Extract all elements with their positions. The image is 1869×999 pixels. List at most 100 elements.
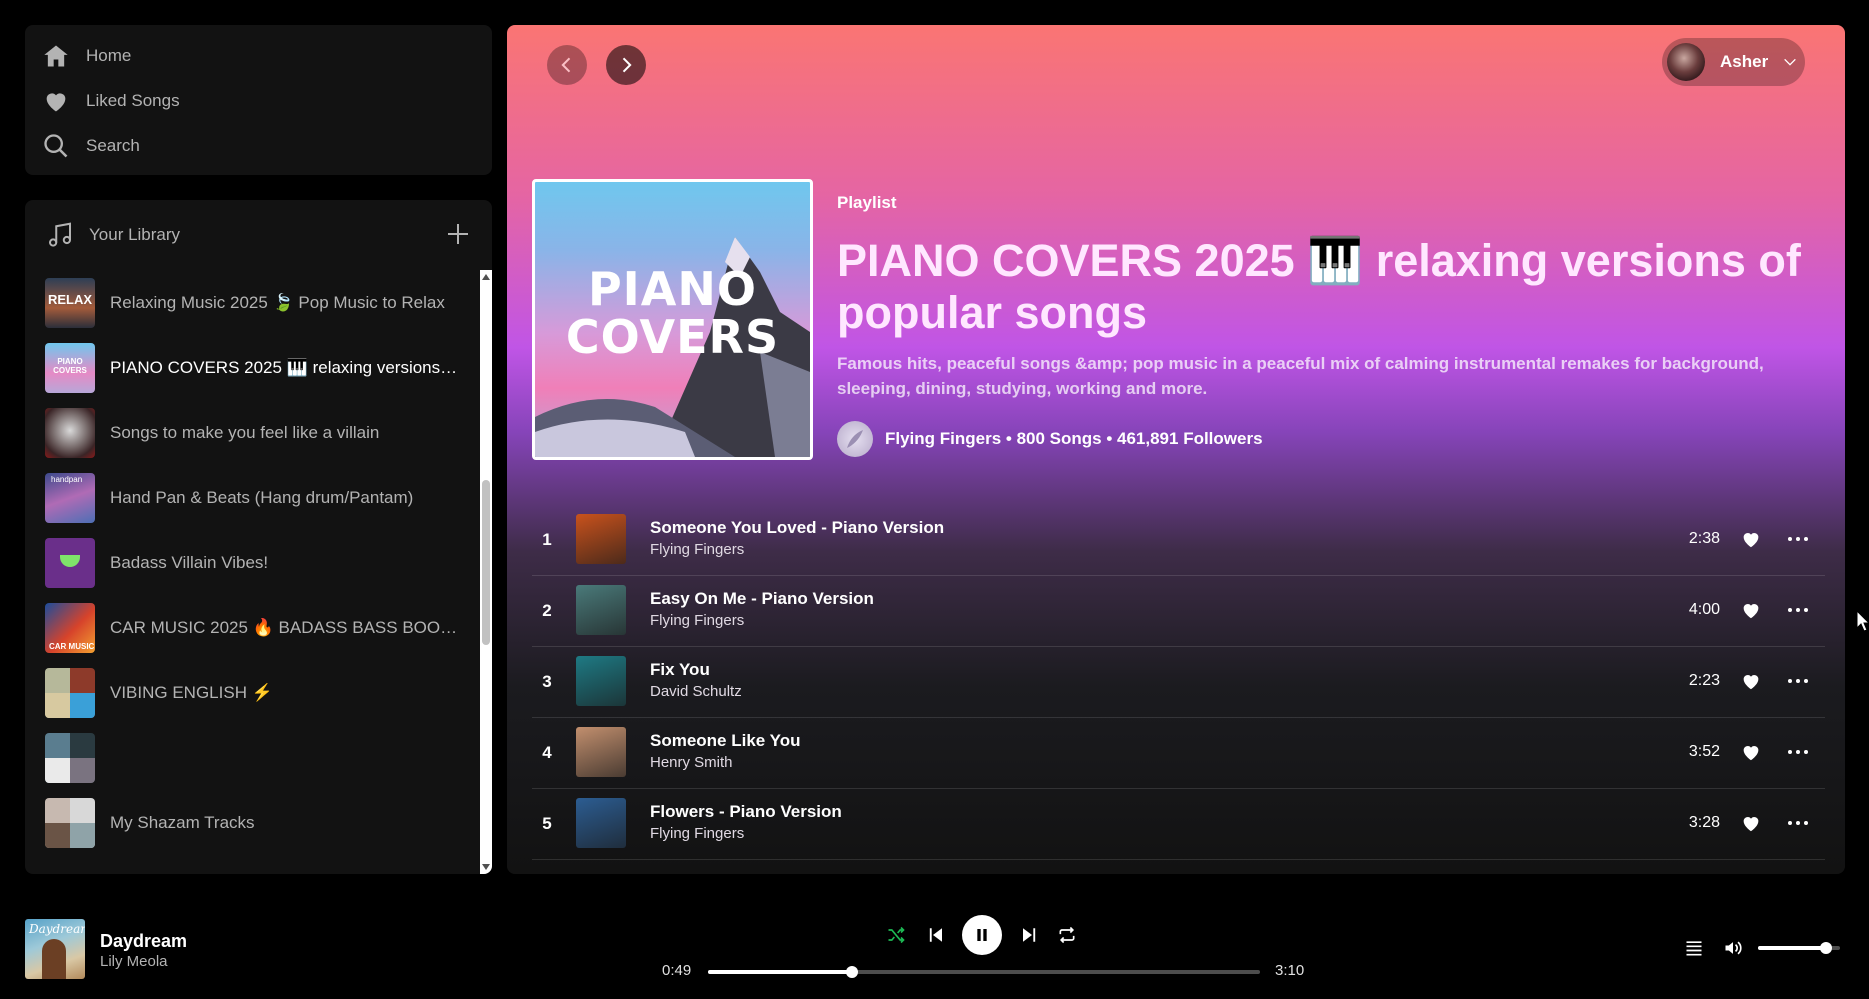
pause-button[interactable] bbox=[962, 915, 1002, 955]
library-item[interactable]: VIBING ENGLISH ⚡ bbox=[25, 660, 480, 725]
track-row[interactable]: 5 Flowers - Piano Version Flying Fingers… bbox=[532, 789, 1825, 860]
library-item[interactable]: Badass Villain Vibes! bbox=[25, 530, 480, 595]
library-item[interactable]: RELAX Relaxing Music 2025 🍃 Pop Music to… bbox=[25, 270, 480, 335]
cover-figure bbox=[42, 939, 66, 979]
queue-button[interactable] bbox=[1682, 936, 1706, 960]
playlist-owner[interactable]: Flying Fingers bbox=[885, 429, 1001, 449]
search-icon bbox=[44, 133, 68, 157]
track-artist[interactable]: David Schultz bbox=[650, 683, 742, 700]
track-duration: 4:00 bbox=[1688, 601, 1720, 618]
heart-icon[interactable] bbox=[1740, 741, 1762, 763]
user-menu-button[interactable]: Asher bbox=[1662, 38, 1805, 86]
chevron-right-icon bbox=[622, 57, 632, 73]
volume-handle[interactable] bbox=[1820, 942, 1833, 954]
heart-icon[interactable] bbox=[1740, 670, 1762, 692]
more-options-icon[interactable] bbox=[1786, 528, 1810, 550]
library-list: RELAX Relaxing Music 2025 🍃 Pop Music to… bbox=[25, 270, 480, 874]
thumb-text: PIANO COVERS bbox=[53, 356, 87, 375]
queue-icon bbox=[1686, 941, 1702, 956]
library-item-label: Badass Villain Vibes! bbox=[110, 552, 269, 572]
scroll-up-arrow-icon[interactable] bbox=[482, 274, 490, 280]
cover-title-line1: PIANO bbox=[587, 262, 758, 316]
library-title: Your Library bbox=[89, 225, 181, 244]
cover-text: Daydream bbox=[29, 922, 85, 936]
track-artist[interactable]: Flying Fingers bbox=[650, 612, 744, 629]
library-item[interactable] bbox=[25, 725, 480, 790]
more-options-icon[interactable] bbox=[1786, 670, 1810, 692]
heart-icon[interactable] bbox=[1740, 599, 1762, 621]
track-artist[interactable]: Flying Fingers bbox=[650, 541, 744, 558]
next-button[interactable] bbox=[1017, 923, 1041, 947]
music-note-icon bbox=[49, 222, 71, 247]
track-thumb bbox=[576, 585, 626, 635]
avatar bbox=[1667, 43, 1705, 81]
scrollbar-thumb[interactable] bbox=[482, 480, 490, 645]
nav-home[interactable]: Home bbox=[25, 33, 492, 78]
track-row[interactable]: 1 Someone You Loved - Piano Version Flyi… bbox=[532, 505, 1825, 576]
now-playing-cover[interactable]: Daydream bbox=[25, 919, 85, 979]
track-artist[interactable]: Flying Fingers bbox=[650, 825, 744, 842]
track-duration: 3:28 bbox=[1688, 814, 1720, 831]
library-item[interactable]: Songs to make you feel like a villain bbox=[25, 400, 480, 465]
track-number: 5 bbox=[542, 814, 552, 833]
library-item[interactable]: PIANO COVERS PIANO COVERS 2025 🎹 relaxin… bbox=[25, 335, 480, 400]
now-playing-artist[interactable]: Lily Meola bbox=[100, 953, 168, 970]
track-thumb bbox=[576, 656, 626, 706]
more-options-icon[interactable] bbox=[1786, 599, 1810, 621]
back-button[interactable] bbox=[547, 45, 587, 85]
track-title: Fix You bbox=[650, 660, 710, 679]
playlist-thumb: CAR MUSIC bbox=[45, 602, 95, 653]
track-title: Easy On Me - Piano Version bbox=[650, 589, 874, 608]
heart-icon[interactable] bbox=[1740, 812, 1762, 834]
track-row[interactable]: 2 Easy On Me - Piano Version Flying Fing… bbox=[532, 576, 1825, 647]
track-artist[interactable]: Henry Smith bbox=[650, 754, 733, 771]
total-time: 3:10 bbox=[1275, 962, 1305, 979]
thumb-text: RELAX bbox=[48, 291, 93, 307]
nav-liked-songs[interactable]: Liked Songs bbox=[25, 78, 492, 123]
thumb-quadrant bbox=[70, 822, 95, 848]
feather-icon bbox=[847, 430, 863, 448]
nav-liked-label: Liked Songs bbox=[86, 90, 180, 110]
playlist-meta: Flying Fingers • 800 Songs • 461,891 Fol… bbox=[837, 421, 1263, 457]
library-scrollbar[interactable] bbox=[480, 270, 492, 874]
track-duration: 3:52 bbox=[1688, 743, 1720, 760]
previous-button[interactable] bbox=[924, 923, 948, 947]
more-options-icon[interactable] bbox=[1786, 812, 1810, 834]
volume-fill bbox=[1758, 946, 1827, 950]
forward-button[interactable] bbox=[606, 45, 646, 85]
heart-icon[interactable] bbox=[1740, 528, 1762, 550]
thumb-quadrant bbox=[45, 822, 70, 848]
shuffle-icon bbox=[888, 926, 905, 944]
library-item[interactable]: CAR MUSIC CAR MUSIC 2025 🔥 BADASS BASS B… bbox=[25, 595, 480, 660]
library-item-label: Songs to make you feel like a villain bbox=[110, 422, 380, 442]
cover-title-line2: COVERS bbox=[565, 310, 780, 364]
scroll-down-arrow-icon[interactable] bbox=[482, 864, 490, 870]
track-row[interactable]: 4 Someone Like You Henry Smith 3:52 bbox=[532, 718, 1825, 789]
playlist-thumb: RELAX bbox=[45, 277, 95, 328]
volume-slider[interactable] bbox=[1758, 942, 1840, 954]
playlist-stats: • 800 Songs • 461,891 Followers bbox=[1001, 429, 1263, 448]
playlist-thumb bbox=[45, 537, 95, 588]
progress-bar[interactable] bbox=[708, 966, 1260, 978]
playlist-thumb bbox=[45, 732, 95, 783]
library-header[interactable]: Your Library bbox=[25, 200, 492, 270]
repeat-button[interactable] bbox=[1055, 923, 1079, 947]
thumb-quadrant bbox=[70, 692, 95, 718]
progress-handle[interactable] bbox=[845, 966, 858, 978]
home-icon bbox=[44, 45, 68, 66]
track-duration: 2:38 bbox=[1688, 530, 1720, 547]
mouse-cursor-icon bbox=[1856, 610, 1869, 632]
playlist-thumb bbox=[45, 797, 95, 848]
track-row[interactable]: 3 Fix You David Schultz 2:23 bbox=[532, 647, 1825, 718]
more-options-icon[interactable] bbox=[1786, 741, 1810, 763]
nav-search[interactable]: Search bbox=[25, 123, 492, 168]
shuffle-button[interactable] bbox=[884, 923, 908, 947]
plus-icon[interactable] bbox=[446, 222, 470, 246]
volume-button[interactable] bbox=[1721, 936, 1745, 960]
now-playing-title[interactable]: Daydream bbox=[100, 931, 187, 952]
playlist-type-label: Playlist bbox=[837, 193, 897, 212]
library-item[interactable]: My Shazam Tracks bbox=[25, 790, 480, 855]
library-item[interactable]: handpan Hand Pan & Beats (Hang drum/Pant… bbox=[25, 465, 480, 530]
owner-avatar[interactable] bbox=[837, 421, 873, 457]
library-panel: Your Library RELAX Relaxing Music 2025 🍃… bbox=[25, 200, 492, 874]
